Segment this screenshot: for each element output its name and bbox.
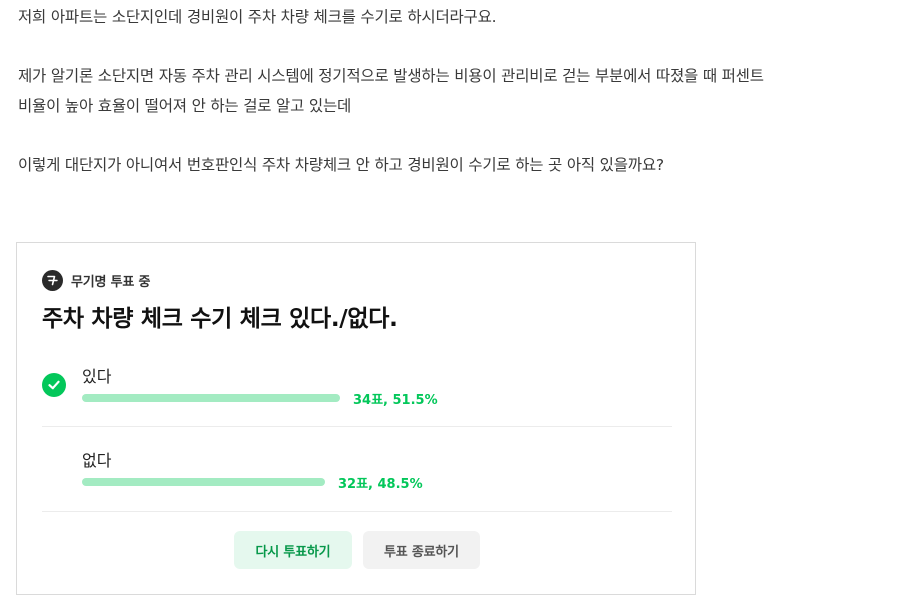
poll-status-label: 무기명 투표 중 — [71, 275, 151, 290]
poll-status: 무기명 투표 중 — [42, 270, 150, 291]
poll-option-bar — [82, 478, 325, 486]
poll-option-label: 있다 — [82, 367, 112, 386]
poll-option-label: 없다 — [82, 451, 112, 470]
post-paragraph: 제가 알기론 소단지면 자동 주차 관리 시스템에 정기적으로 발생하는 비용이… — [18, 61, 903, 121]
vote-icon — [42, 270, 63, 291]
poll-title: 주차 차량 체크 수기 체크 있다./없다. — [42, 306, 398, 332]
post-paragraph: 저희 아파트는 소단지인데 경비원이 주차 차량 체크를 수기로 하시더라구요. — [18, 8, 497, 26]
poll-option-result: 34표, 51.5% — [353, 393, 438, 408]
poll-card: 무기명 투표 중 주차 차량 체크 수기 체크 있다./없다. 있다 34표, … — [16, 242, 696, 595]
end-poll-button[interactable]: 투표 종료하기 — [363, 531, 480, 569]
post-paragraph: 이렇게 대단지가 아니여서 번호판인식 주차 차량체크 안 하고 경비원이 수기… — [18, 156, 664, 174]
divider — [42, 426, 672, 427]
divider — [42, 511, 672, 512]
poll-option-bar — [82, 394, 340, 402]
post-paragraph-line: 제가 알기론 소단지면 자동 주차 관리 시스템에 정기적으로 발생하는 비용이… — [18, 67, 764, 85]
revote-button[interactable]: 다시 투표하기 — [234, 531, 352, 569]
post-paragraph-line: 비율이 높아 효율이 떨어져 안 하는 걸로 알고 있는데 — [18, 97, 352, 115]
poll-option-result: 32표, 48.5% — [338, 477, 423, 492]
check-icon — [42, 373, 66, 397]
